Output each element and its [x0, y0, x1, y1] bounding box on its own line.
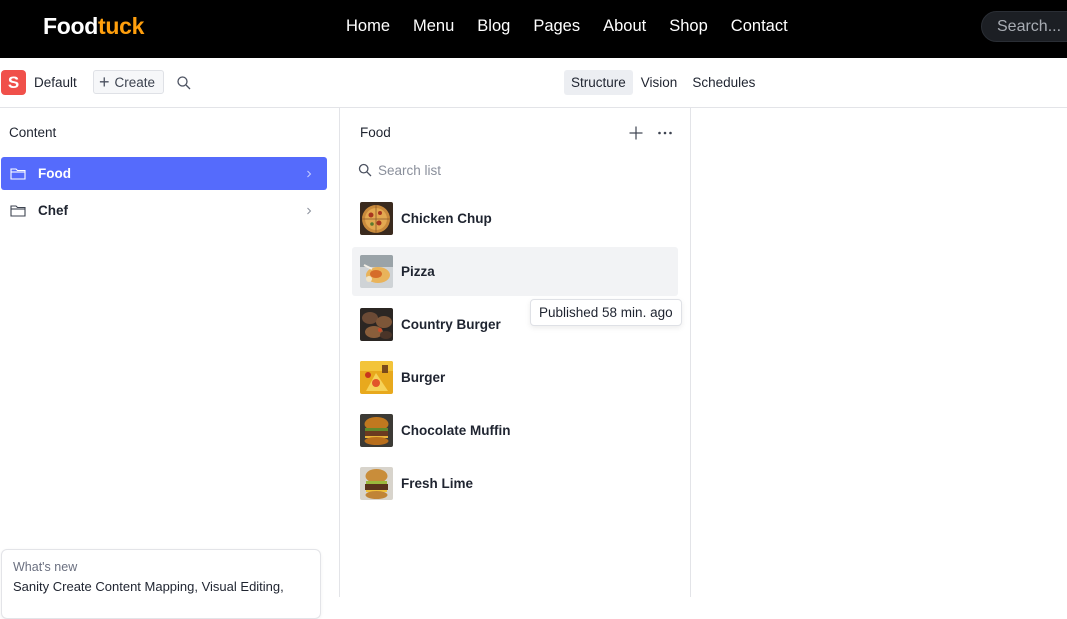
- plus-icon: +: [99, 72, 110, 92]
- search-icon[interactable]: [176, 75, 192, 91]
- type-item-label: Chef: [38, 203, 68, 218]
- content-pane-title: Content: [9, 125, 57, 140]
- food-pane-title: Food: [360, 125, 391, 140]
- whats-new-title: What's new: [13, 560, 78, 574]
- nav-link-shop[interactable]: Shop: [669, 17, 708, 36]
- logo-part-1: Food: [43, 13, 98, 39]
- nav-link-about[interactable]: About: [603, 17, 646, 36]
- food-pane: Food Chicken Chup: [340, 108, 691, 597]
- document-item-chocolate-muffin[interactable]: Chocolate Muffin: [352, 406, 678, 455]
- workspace-logo[interactable]: S: [1, 70, 26, 95]
- nav-links: Home Menu Blog Pages About Shop Contact: [346, 17, 811, 36]
- document-title: Country Burger: [401, 317, 501, 332]
- workspace-name[interactable]: Default: [34, 75, 77, 90]
- document-item-burger[interactable]: Burger: [352, 353, 678, 402]
- document-thumbnail: [360, 255, 393, 288]
- create-button[interactable]: + Create: [93, 70, 164, 94]
- document-thumbnail: [360, 414, 393, 447]
- document-item-chicken-chup[interactable]: Chicken Chup: [352, 194, 678, 243]
- tool-tabs: Structure Vision Schedules: [564, 70, 763, 95]
- document-thumbnail: [360, 467, 393, 500]
- folder-icon: [10, 168, 26, 180]
- nav-link-home[interactable]: Home: [346, 17, 390, 36]
- document-editor-pane: [691, 108, 1067, 597]
- document-thumbnail: [360, 361, 393, 394]
- document-title: Chicken Chup: [401, 211, 492, 226]
- nav-link-blog[interactable]: Blog: [477, 17, 510, 36]
- tab-structure[interactable]: Structure: [564, 70, 633, 95]
- site-search-input[interactable]: [981, 11, 1067, 42]
- nav-link-contact[interactable]: Contact: [731, 17, 788, 36]
- search-icon: [358, 163, 372, 177]
- document-item-pizza[interactable]: Pizza: [352, 247, 678, 296]
- whats-new-card[interactable]: What's new Sanity Create Content Mapping…: [1, 549, 321, 619]
- studio-toolbar: S Default + Create Structure Vision Sche…: [0, 58, 1067, 108]
- document-title: Burger: [401, 370, 446, 385]
- document-title: Pizza: [401, 264, 435, 279]
- nav-link-pages[interactable]: Pages: [533, 17, 580, 36]
- chevron-right-icon: [307, 170, 312, 177]
- type-item-chef[interactable]: Chef: [1, 194, 327, 227]
- chevron-right-icon: [307, 207, 312, 214]
- create-label: Create: [114, 74, 156, 90]
- document-item-fresh-lime[interactable]: Fresh Lime: [352, 459, 678, 508]
- more-options-icon[interactable]: [655, 123, 675, 143]
- add-document-icon[interactable]: [626, 123, 646, 143]
- nav-link-menu[interactable]: Menu: [413, 17, 454, 36]
- published-tooltip: Published 58 min. ago: [530, 299, 682, 326]
- search-list-input[interactable]: [378, 159, 668, 181]
- document-title: Chocolate Muffin: [401, 423, 511, 438]
- whats-new-text: Sanity Create Content Mapping, Visual Ed…: [13, 579, 284, 594]
- site-navbar: Foodtuck Home Menu Blog Pages About Shop…: [0, 0, 1067, 58]
- document-thumbnail: [360, 202, 393, 235]
- content-pane: Content Food Chef What's new Sanity Crea…: [0, 108, 340, 619]
- tab-schedules[interactable]: Schedules: [685, 70, 762, 95]
- document-title: Fresh Lime: [401, 476, 474, 491]
- logo-part-2: tuck: [98, 13, 145, 39]
- type-item-label: Food: [38, 166, 71, 181]
- tab-vision[interactable]: Vision: [634, 70, 685, 95]
- site-logo[interactable]: Foodtuck: [43, 13, 144, 40]
- type-item-food[interactable]: Food: [1, 157, 327, 190]
- document-thumbnail: [360, 308, 393, 341]
- folder-icon: [10, 205, 26, 217]
